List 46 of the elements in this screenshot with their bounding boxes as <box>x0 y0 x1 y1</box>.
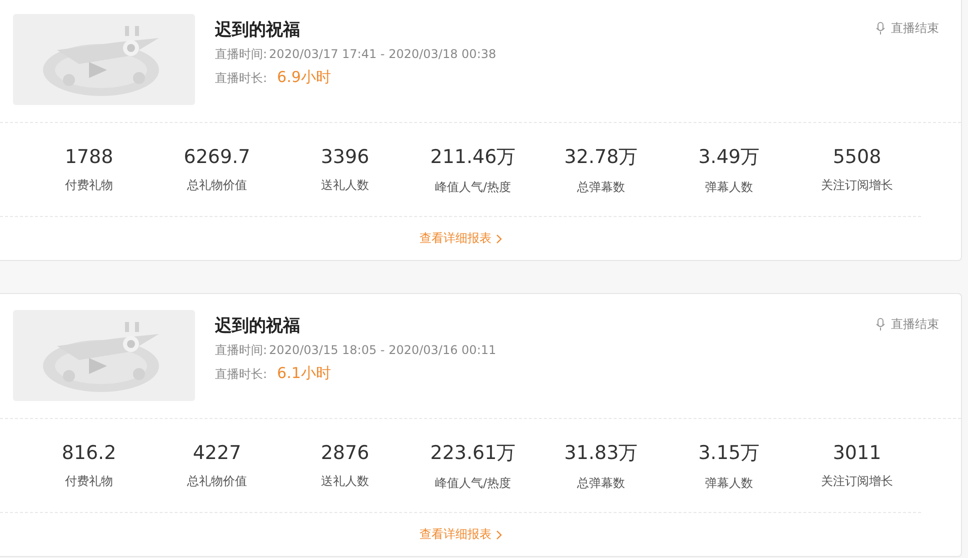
status-text: 直播结束 <box>891 316 939 332</box>
status-text: 直播结束 <box>891 20 939 36</box>
time-label: 直播时间: <box>215 342 268 359</box>
report-link[interactable]: 查看详细报表 <box>420 526 502 543</box>
stat-value: 32.78万 <box>564 144 638 170</box>
stat-label: 付费礼物 <box>65 176 113 194</box>
stat-value: 3.15万 <box>698 440 760 466</box>
stat-value: 223.61万 <box>430 440 516 466</box>
stat-label: 弹幕人数 <box>705 178 753 196</box>
microphone-icon <box>876 318 885 330</box>
stat-label: 弹幕人数 <box>705 474 753 492</box>
stat-value: 6269.7 <box>184 146 250 168</box>
duration-label: 直播时长: <box>215 70 268 87</box>
stat-label: 关注订阅增长 <box>821 472 893 490</box>
stream-title: 迟到的祝福 <box>215 19 301 41</box>
stat-value: 4227 <box>192 442 242 464</box>
stat-value: 3011 <box>832 442 882 464</box>
stat-value: 31.83万 <box>564 440 638 466</box>
stat-label: 送礼人数 <box>321 472 369 490</box>
stat-label: 峰值人气/热度 <box>434 178 512 196</box>
stat-label: 送礼人数 <box>321 176 369 194</box>
stat-value: 3.49万 <box>698 144 760 170</box>
microphone-icon <box>876 22 885 34</box>
stat-value: 816.2 <box>62 442 116 464</box>
duration-value: 6.1小时 <box>277 364 331 383</box>
stat-label: 峰值人气/热度 <box>434 474 512 492</box>
stream-title: 迟到的祝福 <box>215 315 301 337</box>
stat-label: 关注订阅增长 <box>821 176 893 194</box>
time-range: 2020/03/17 17:41 - 2020/03/18 00:38 <box>269 47 496 61</box>
stat-label: 总礼物价值 <box>187 472 247 490</box>
stat-label: 总弹幕数 <box>577 178 625 196</box>
stat-value: 211.46万 <box>430 144 516 170</box>
time-label: 直播时间: <box>215 46 268 63</box>
chevron-right-icon <box>496 530 502 540</box>
duration-value: 6.9小时 <box>277 68 331 87</box>
stat-value: 5508 <box>832 146 882 168</box>
stat-label: 付费礼物 <box>65 472 113 490</box>
report-link[interactable]: 查看详细报表 <box>420 230 502 247</box>
stat-label: 总礼物价值 <box>187 176 247 194</box>
chevron-right-icon <box>496 234 502 244</box>
stat-value: 2876 <box>320 442 370 464</box>
stat-label: 总弹幕数 <box>577 474 625 492</box>
duration-label: 直播时长: <box>215 366 268 383</box>
time-range: 2020/03/15 18:05 - 2020/03/16 00:11 <box>269 343 496 357</box>
stat-value: 1788 <box>64 146 114 168</box>
stat-value: 3396 <box>320 146 370 168</box>
